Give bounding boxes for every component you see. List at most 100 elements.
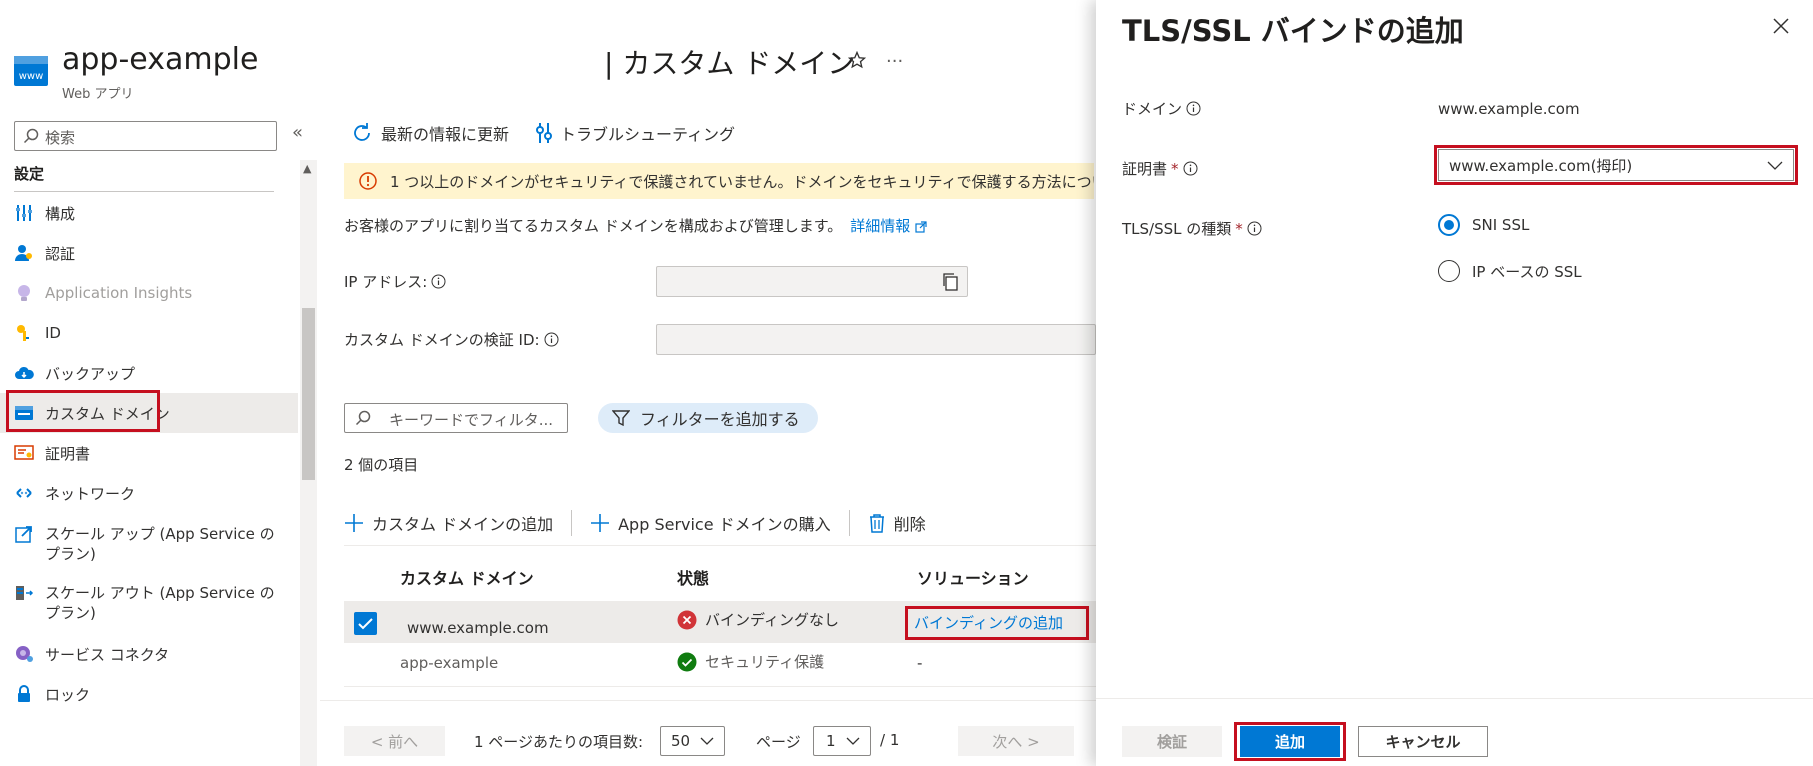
- external-link-icon: [915, 220, 927, 233]
- authentication-icon: [14, 243, 34, 263]
- next-page-button[interactable]: 次へ >: [958, 726, 1074, 756]
- cancel-button[interactable]: キャンセル: [1358, 726, 1488, 757]
- info-icon[interactable]: [431, 274, 446, 289]
- page-description: お客様のアプリに割り当てるカスタム ドメインを構成および管理します。 詳細情報: [344, 215, 927, 236]
- radio-indicator: [1438, 260, 1460, 282]
- scroll-up-icon[interactable]: ▲: [303, 162, 311, 175]
- certificate-icon: [14, 443, 34, 463]
- info-icon[interactable]: [1186, 101, 1201, 116]
- page-total: / 1: [880, 731, 900, 749]
- warning-text: 1 つ以上のドメインがセキュリティで保護されていません。ドメインをセキュリティで…: [390, 172, 1094, 191]
- page-label: ページ: [756, 733, 801, 751]
- sidebar-item-certificates[interactable]: 証明書: [0, 433, 298, 473]
- sidebar-item-backup[interactable]: バックアップ: [0, 353, 298, 393]
- svg-text:www: www: [19, 71, 44, 82]
- cloud-backup-icon: [14, 363, 34, 383]
- item-count: 2 個の項目: [344, 456, 419, 474]
- highlight-certificate: [1434, 145, 1798, 185]
- plus-icon: [344, 513, 364, 533]
- sidebar-item-configuration[interactable]: 構成: [0, 193, 298, 233]
- status-cell: バインディングなし: [677, 609, 839, 630]
- sidebar-item-scale-up[interactable]: スケール アップ (App Service のプラン): [0, 516, 298, 570]
- info-icon[interactable]: [1247, 221, 1262, 236]
- page-title: | カスタム ドメイン: [604, 47, 856, 80]
- favorite-star-icon[interactable]: [848, 51, 866, 69]
- column-header-status[interactable]: 状態: [677, 565, 709, 589]
- highlight-custom-domains: [6, 390, 160, 432]
- info-icon[interactable]: [544, 332, 559, 347]
- column-header-domain[interactable]: カスタム ドメイン: [400, 565, 534, 589]
- warning-banner: 1 つ以上のドメインがセキュリティで保護されていません。ドメインをセキュリティで…: [344, 163, 1094, 199]
- warning-icon: [358, 171, 378, 191]
- info-icon[interactable]: [1183, 161, 1198, 176]
- sidebar-item-label: ID: [45, 324, 61, 342]
- troubleshoot-button[interactable]: トラブルシューティング: [536, 121, 735, 145]
- lightbulb-icon: [14, 283, 34, 303]
- resource-type: Web アプリ: [62, 87, 134, 102]
- sidebar-divider: [14, 191, 274, 192]
- sidebar-scroll-thumb[interactable]: [302, 308, 315, 480]
- close-icon[interactable]: [1772, 17, 1790, 35]
- table-divider: [344, 545, 1096, 546]
- trash-icon: [868, 513, 886, 533]
- sidebar-item-application-insights[interactable]: Application Insights: [0, 273, 298, 313]
- more-options-icon[interactable]: ···: [886, 51, 903, 72]
- panel-title: TLS/SSL バインドの追加: [1122, 14, 1464, 48]
- row-checkbox[interactable]: [354, 612, 377, 635]
- description-text: お客様のアプリに割り当てるカスタム ドメインを構成および管理します。: [344, 217, 843, 235]
- command-separator: [571, 510, 573, 536]
- collapse-sidebar-icon[interactable]: «: [292, 122, 303, 143]
- add-tls-binding-panel: TLS/SSL バインドの追加 ドメイン www.example.com 証明書…: [1096, 0, 1813, 766]
- filter-icon: [612, 409, 630, 427]
- web-app-icon: www: [14, 56, 48, 86]
- verification-id-label: カスタム ドメインの検証 ID:: [344, 329, 559, 350]
- sidebar-item-service-connector[interactable]: サービス コネクタ: [0, 634, 298, 674]
- delete-button[interactable]: 削除: [868, 511, 926, 535]
- copy-icon[interactable]: [941, 272, 961, 292]
- validate-button[interactable]: 検証: [1122, 726, 1222, 757]
- sidebar-item-label: 認証: [45, 244, 76, 263]
- sidebar-section-settings: 設定: [14, 165, 45, 183]
- sidebar-search-placeholder: 検索: [45, 129, 76, 147]
- sidebar-item-identity[interactable]: ID: [0, 313, 298, 353]
- status-cell: セキュリティ保護: [677, 651, 824, 672]
- sidebar-item-locks[interactable]: ロック: [0, 674, 298, 714]
- buy-app-service-domain-button[interactable]: App Service ドメインの購入: [590, 511, 831, 535]
- add-custom-domain-button[interactable]: カスタム ドメインの追加: [344, 511, 553, 535]
- sidebar-item-scale-out[interactable]: スケール アウト (App Service のプラン): [0, 575, 298, 629]
- domain-cell: app-example: [400, 654, 499, 672]
- error-icon: [677, 610, 697, 630]
- sidebar-item-label: スケール アップ (App Service のプラン): [45, 525, 275, 563]
- radio-sni-ssl[interactable]: SNI SSL: [1438, 214, 1529, 236]
- troubleshoot-icon: [536, 122, 552, 144]
- sidebar-search-input[interactable]: 検索: [14, 121, 277, 151]
- key-icon: [14, 323, 34, 343]
- check-circle-icon: [677, 652, 697, 672]
- search-icon: [355, 410, 371, 426]
- refresh-label: 最新の情報に更新: [381, 125, 510, 144]
- network-icon: [14, 483, 34, 503]
- table-row-divider: [344, 686, 1096, 687]
- highlight-add-binding: [905, 606, 1089, 640]
- sidebar-item-authentication[interactable]: 認証: [0, 233, 298, 273]
- learn-more-link[interactable]: 詳細情報: [850, 217, 927, 235]
- filter-placeholder: キーワードでフィルタ...: [389, 411, 554, 429]
- required-marker: *: [1171, 159, 1179, 178]
- items-per-page-select[interactable]: 50: [660, 726, 725, 756]
- domain-value: www.example.com: [1438, 100, 1580, 118]
- lock-icon: [14, 684, 34, 704]
- page-select[interactable]: 1: [813, 726, 871, 756]
- add-filter-button[interactable]: フィルターを追加する: [598, 403, 818, 433]
- required-marker: *: [1235, 219, 1243, 238]
- tls-type-label: TLS/SSL の種類 *: [1122, 218, 1262, 239]
- previous-page-button[interactable]: < 前へ: [344, 726, 445, 756]
- column-header-solution[interactable]: ソリューション: [917, 565, 1029, 589]
- radio-ip-ssl[interactable]: IP ベースの SSL: [1438, 260, 1582, 282]
- plus-icon: [590, 513, 610, 533]
- keyword-filter-input[interactable]: キーワードでフィルタ...: [344, 403, 568, 433]
- sidebar-item-networking[interactable]: ネットワーク: [0, 473, 298, 513]
- sidebar-item-label: サービス コネクタ: [45, 645, 170, 664]
- troubleshoot-label: トラブルシューティング: [560, 125, 736, 144]
- verification-id-field: [656, 324, 1096, 355]
- refresh-button[interactable]: 最新の情報に更新: [351, 121, 509, 145]
